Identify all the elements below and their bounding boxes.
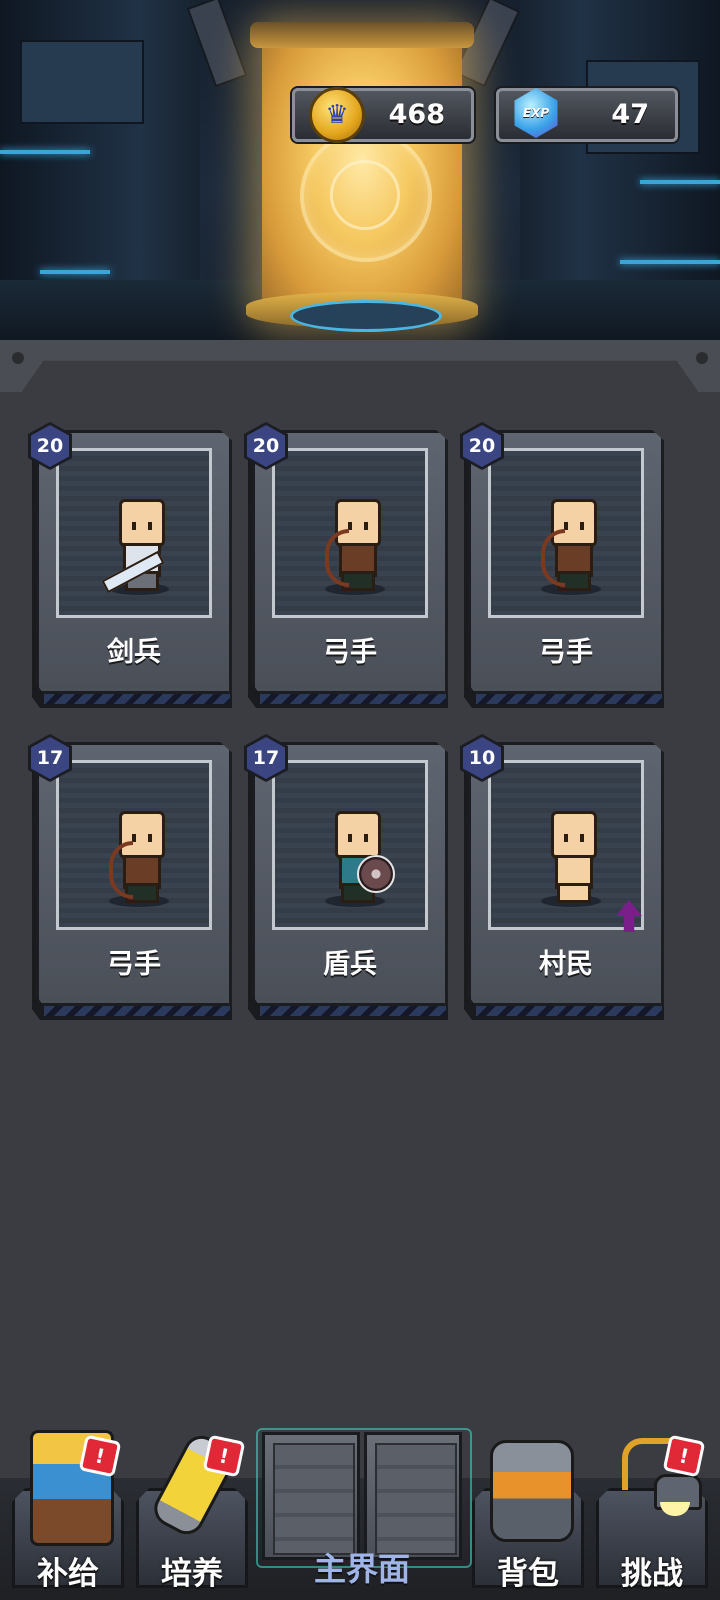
- bow-icon: [109, 841, 133, 899]
- exp-value: 47: [611, 99, 649, 130]
- nav-label: 补给: [37, 1556, 99, 1592]
- wall-light: [0, 150, 90, 154]
- unit-name: 村民: [539, 949, 593, 980]
- nav-label: 主界面: [313, 1550, 410, 1588]
- unit-portrait: [272, 448, 428, 618]
- nav-supply[interactable]: ! 补给: [12, 1430, 124, 1592]
- bolt: [696, 352, 708, 364]
- capsule-pad: [290, 300, 442, 332]
- nav-main[interactable]: 主界面: [256, 1428, 472, 1588]
- unit-card[interactable]: 弓手 20: [460, 422, 664, 708]
- nav-train[interactable]: ! 培养: [136, 1429, 248, 1592]
- swordsman-sprite: [101, 499, 169, 599]
- crown-coin-icon: ♛: [309, 87, 365, 143]
- unit-card[interactable]: 盾兵 17: [244, 734, 448, 1020]
- nav-label: 培养: [161, 1556, 223, 1592]
- unit-portrait: [488, 760, 644, 930]
- archer-sprite: [107, 811, 169, 911]
- capsule-ring-inner: [330, 160, 400, 230]
- unit-card[interactable]: 弓手 17: [28, 734, 232, 1020]
- bow-icon: [325, 529, 349, 587]
- nav-label: 背包: [497, 1556, 559, 1592]
- wall-light: [640, 180, 720, 184]
- unit-card[interactable]: 剑兵 20: [28, 422, 232, 708]
- exp-counter[interactable]: EXP 47: [496, 88, 678, 142]
- unit-card[interactable]: 村民 10: [460, 734, 664, 1020]
- gold-counter[interactable]: ♛ 468: [292, 87, 474, 143]
- exp-gem-icon: EXP: [514, 88, 558, 138]
- shield-icon: [357, 855, 395, 893]
- archer-sprite: [323, 499, 385, 599]
- panel-frame-top: [0, 340, 720, 392]
- lab-scene-background: [0, 0, 720, 340]
- wall-light: [40, 270, 110, 274]
- alert-badge-icon: !: [202, 1434, 246, 1478]
- unit-card[interactable]: 弓手 20: [244, 422, 448, 708]
- wall-panel: [20, 40, 144, 124]
- right-door-icon: [364, 1432, 462, 1560]
- wall-light: [620, 260, 720, 264]
- left-door-icon: [262, 1432, 360, 1560]
- villager-sprite: [539, 811, 601, 911]
- backpack-icon: [490, 1440, 574, 1542]
- capsule-cap: [250, 22, 474, 48]
- nav-label: 挑战: [621, 1556, 683, 1592]
- bolt: [12, 352, 24, 364]
- unit-name: 盾兵: [323, 949, 377, 980]
- nav-bag[interactable]: 背包: [472, 1430, 584, 1592]
- nav-challenge[interactable]: ! 挑战: [596, 1430, 708, 1592]
- archer-sprite: [539, 499, 601, 599]
- alert-badge-icon: !: [78, 1434, 122, 1478]
- unit-portrait: [56, 760, 212, 930]
- bow-icon: [541, 529, 565, 587]
- unit-name: 剑兵: [107, 637, 161, 668]
- unit-name: 弓手: [323, 637, 377, 668]
- shield-soldier-sprite: [323, 811, 395, 911]
- gold-value: 468: [388, 99, 445, 130]
- unit-name: 弓手: [539, 637, 593, 668]
- alert-badge-icon: !: [662, 1434, 706, 1478]
- unit-portrait: [488, 448, 644, 618]
- unit-name: 弓手: [107, 949, 161, 980]
- unit-portrait: [56, 448, 212, 618]
- exp-badge-text: EXP: [522, 106, 550, 120]
- unit-portrait: [272, 760, 428, 930]
